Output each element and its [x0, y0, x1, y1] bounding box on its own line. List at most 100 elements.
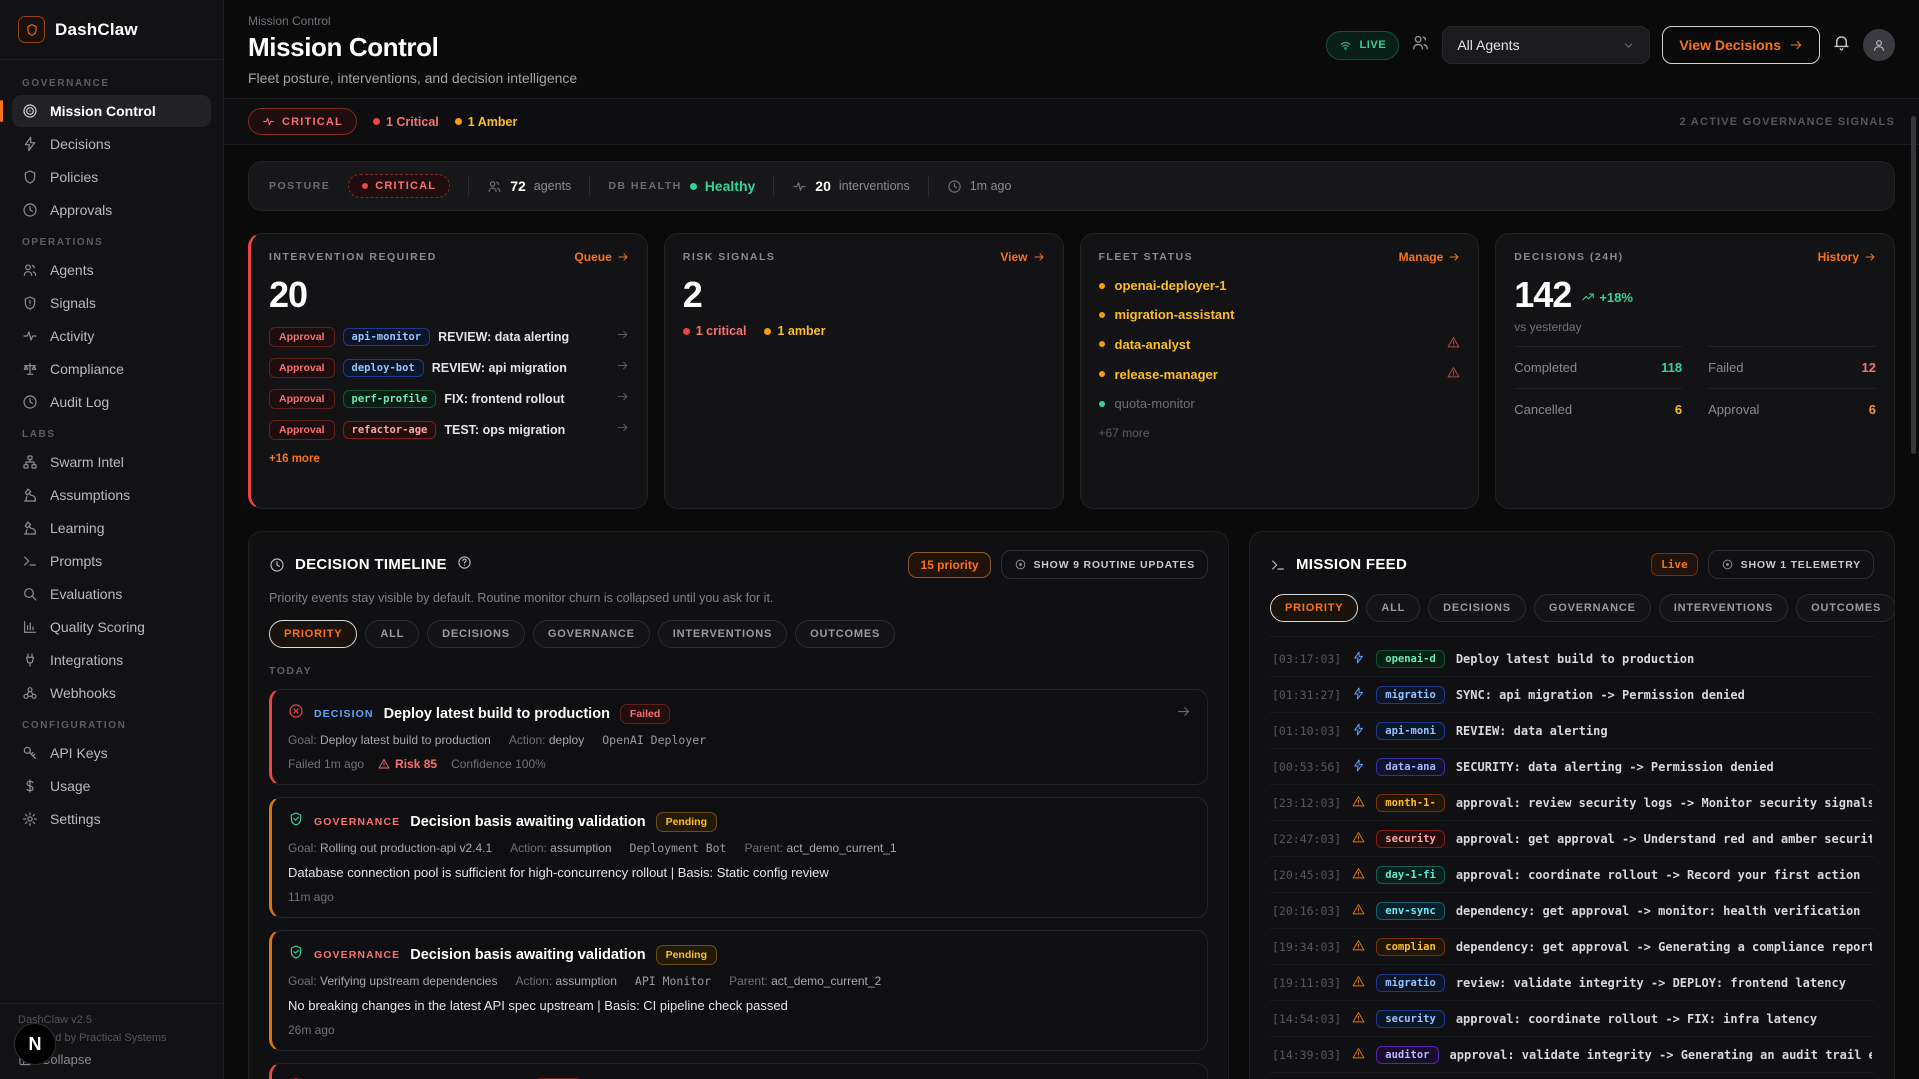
sidebar-item[interactable]: Usage	[12, 770, 211, 802]
sidebar-item[interactable]: Signals	[12, 287, 211, 319]
queue-link[interactable]: Queue	[574, 250, 628, 264]
event-parent: act_demo_current_1	[787, 841, 897, 855]
timeline-event-card[interactable]: GOVERNANCE Decision basis awaiting valid…	[269, 797, 1208, 918]
feed-event-icon	[1352, 937, 1365, 956]
decisions-24h-card: DECISIONS (24H) History 142 +18% vs	[1495, 233, 1895, 509]
feed-row[interactable]: [23:12:03] month-1- approval: review sec…	[1270, 785, 1874, 821]
agent-chip: migratio	[1376, 686, 1445, 704]
filter-pill[interactable]: INTERVENTIONS	[658, 620, 787, 648]
filter-pill[interactable]: DECISIONS	[427, 620, 525, 648]
sidebar-item-icon	[22, 169, 38, 185]
feed-timestamp: [01:10:03]	[1272, 724, 1341, 738]
feed-row[interactable]: [22:47:03] security approval: get approv…	[1270, 821, 1874, 857]
intervention-row[interactable]: Approval perf-profile FIX: frontend roll…	[269, 389, 629, 409]
filter-pill[interactable]: OUTCOMES	[795, 620, 895, 648]
agent-chip: migratio	[1376, 974, 1445, 992]
agent-status-dot	[1099, 401, 1105, 407]
sidebar-item[interactable]: Settings	[12, 803, 211, 835]
sidebar-item[interactable]: Policies	[12, 161, 211, 193]
feed-row[interactable]: [19:11:03] migratio review: validate int…	[1270, 965, 1874, 1001]
sidebar-item[interactable]: Assumptions	[12, 479, 211, 511]
filter-pill[interactable]: GOVERNANCE	[1534, 594, 1651, 622]
feed-row[interactable]: [03:17:03] openai-d Deploy latest build …	[1270, 641, 1874, 677]
agent-chip: env-sync	[1376, 902, 1445, 920]
feed-row[interactable]: [14:39:03] auditor approval: validate in…	[1270, 1037, 1874, 1073]
arrow-right-icon	[616, 390, 629, 408]
filter-pill[interactable]: DECISIONS	[1428, 594, 1526, 622]
more-interventions-link[interactable]: +16 more	[269, 453, 629, 465]
notifications-bell-icon[interactable]	[1832, 33, 1851, 57]
arrow-right-icon[interactable]	[1176, 704, 1191, 724]
sidebar-item[interactable]: Audit Log	[12, 386, 211, 418]
feed-row[interactable]: [20:45:03] day-1-fi approval: coordinate…	[1270, 857, 1874, 893]
filter-pill[interactable]: GOVERNANCE	[533, 620, 650, 648]
intervention-row[interactable]: Approval deploy-bot REVIEW: api migratio…	[269, 358, 629, 378]
timeline-events: DECISION Deploy latest build to producti…	[269, 689, 1208, 1079]
timeline-event-card[interactable]: GOVERNANCE Decision basis awaiting valid…	[269, 930, 1208, 1051]
sidebar-item[interactable]: Swarm Intel	[12, 446, 211, 478]
feed-row[interactable]: [14:54:03] security approval: coordinate…	[1270, 1001, 1874, 1037]
fleet-agent-row[interactable]: openai-deployer-1	[1099, 278, 1461, 293]
intervention-text: REVIEW: api migration	[432, 361, 608, 375]
intervention-row[interactable]: Approval api-monitor REVIEW: data alerti…	[269, 327, 629, 347]
sidebar-item[interactable]: Webhooks	[12, 677, 211, 709]
event-confidence: Confidence 100%	[451, 757, 546, 771]
timeline-event-card[interactable]: DECISION SYNC: api migration Failed Goal…	[269, 1063, 1208, 1079]
history-link[interactable]: History	[1818, 250, 1876, 264]
sidebar-item[interactable]: Mission Control	[12, 95, 211, 127]
feed-row[interactable]: [01:31:27] migratio SYNC: api migration …	[1270, 677, 1874, 713]
filter-pill[interactable]: INTERVENTIONS	[1659, 594, 1788, 622]
avatar[interactable]	[1863, 29, 1895, 61]
brand-logo[interactable]: DashClaw	[0, 0, 223, 60]
topbar: Mission Control Mission Control Fleet po…	[224, 0, 1919, 98]
timeline-filter-pills: PRIORITY ALL DECISIONS GOVERNANCE INTERV…	[269, 620, 1208, 648]
feed-row[interactable]: [00:53:56] data-ana SECURITY: data alert…	[1270, 749, 1874, 785]
active-signals-label: 2 ACTIVE GOVERNANCE SIGNALS	[1680, 116, 1895, 128]
decisions-stats-grid: Completed 118 Failed 12 Cancelled	[1514, 346, 1876, 430]
view-decisions-button[interactable]: View Decisions	[1662, 26, 1820, 64]
feed-row[interactable]: [20:16:03] env-sync dependency: get appr…	[1270, 893, 1874, 929]
show-telemetry-button[interactable]: SHOW 1 TELEMETRY	[1708, 550, 1874, 579]
approval-badge: Approval	[269, 327, 335, 347]
event-status-icon	[288, 811, 304, 832]
sidebar-item[interactable]: Prompts	[12, 545, 211, 577]
app-version: DashClaw v2.5	[18, 1014, 205, 1026]
intervention-row[interactable]: Approval refactor-age TEST: ops migratio…	[269, 420, 629, 440]
fleet-agent-row[interactable]: quota-monitor	[1099, 396, 1461, 411]
fleet-agent-row[interactable]: data-analyst	[1099, 336, 1461, 352]
sidebar-item[interactable]: Compliance	[12, 353, 211, 385]
feed-row[interactable]: [19:34:03] complian dependency: get appr…	[1270, 929, 1874, 965]
sidebar-item[interactable]: Activity	[12, 320, 211, 352]
sidebar-item[interactable]: Decisions	[12, 128, 211, 160]
view-link[interactable]: View	[1000, 250, 1044, 264]
filter-pill[interactable]: PRIORITY	[1270, 594, 1358, 622]
fleet-agent-row[interactable]: release-manager	[1099, 366, 1461, 382]
sidebar-item[interactable]: Integrations	[12, 644, 211, 676]
sidebar-item[interactable]: Quality Scoring	[12, 611, 211, 643]
feed-filter-pills: PRIORITY ALL DECISIONS GOVERNANCE INTERV…	[1270, 594, 1874, 637]
timeline-event-card[interactable]: DECISION Deploy latest build to producti…	[269, 689, 1208, 785]
show-routine-updates-button[interactable]: SHOW 9 ROUTINE UPDATES	[1001, 550, 1209, 579]
agents-count: 72	[510, 178, 526, 194]
help-icon[interactable]	[457, 555, 472, 574]
agents-select[interactable]: All Agents	[1442, 26, 1650, 64]
fleet-status-card: FLEET STATUS Manage openai-deployer-1	[1080, 233, 1480, 509]
event-status-icon	[288, 944, 304, 965]
more-agents-label[interactable]: +67 more	[1099, 426, 1461, 440]
scrollbar[interactable]	[1911, 116, 1916, 454]
fleet-agent-row[interactable]: migration-assistant	[1099, 307, 1461, 322]
sidebar-item[interactable]: Evaluations	[12, 578, 211, 610]
sidebar-item[interactable]: API Keys	[12, 737, 211, 769]
filter-pill[interactable]: ALL	[1366, 594, 1420, 622]
event-status-badge: Pending	[656, 945, 717, 965]
filter-pill[interactable]: OUTCOMES	[1796, 594, 1895, 622]
filter-pill[interactable]: ALL	[365, 620, 419, 648]
sidebar-item[interactable]: Approvals	[12, 194, 211, 226]
feed-row[interactable]: [01:10:03] api-moni REVIEW: data alertin…	[1270, 713, 1874, 749]
dev-overlay-badge[interactable]: N	[14, 1023, 56, 1065]
page-heading: Mission Control Mission Control Fleet po…	[248, 14, 577, 86]
filter-pill[interactable]: PRIORITY	[269, 620, 357, 648]
manage-link[interactable]: Manage	[1399, 250, 1461, 264]
sidebar-item[interactable]: Agents	[12, 254, 211, 286]
sidebar-item[interactable]: Learning	[12, 512, 211, 544]
